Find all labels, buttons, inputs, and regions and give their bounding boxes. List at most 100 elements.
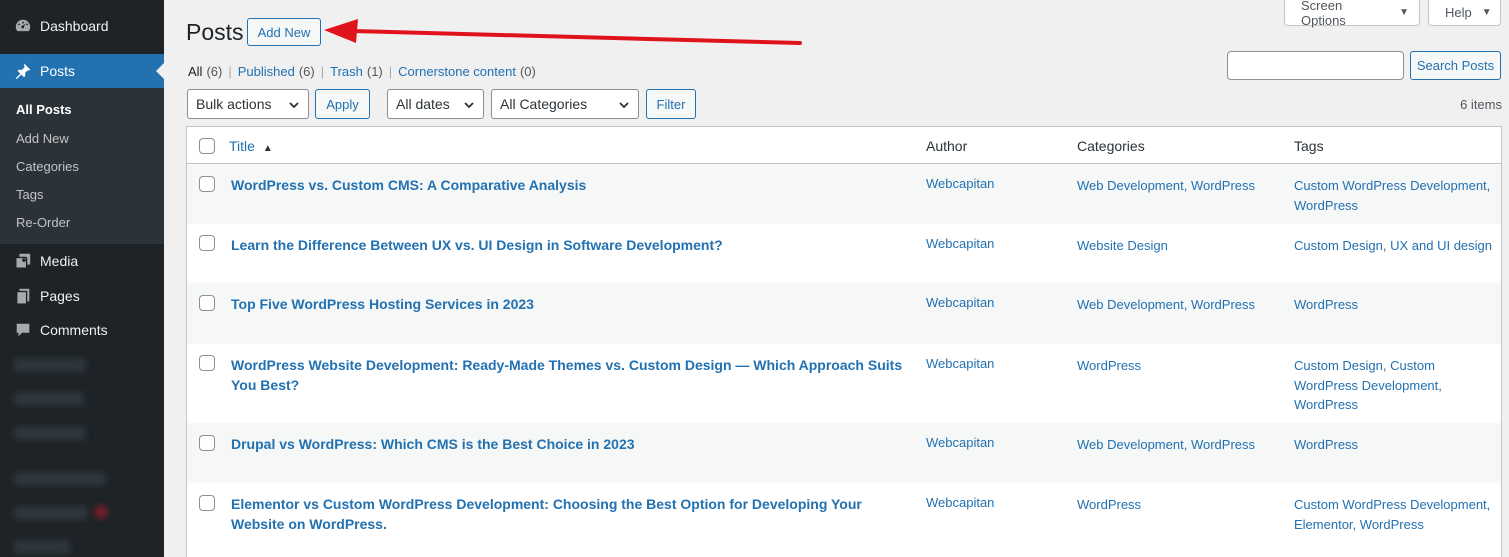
tag-link[interactable]: WordPress [1294,198,1358,213]
pin-icon [12,61,34,81]
bulk-actions-select[interactable]: Bulk actions [187,89,309,119]
category-link[interactable]: WordPress [1191,178,1255,193]
current-menu-arrow [156,63,164,79]
post-title-link[interactable]: WordPress Website Development: Ready-Mad… [231,355,911,395]
tag-link[interactable]: Custom WordPress Development [1294,497,1487,512]
post-title-link[interactable]: WordPress vs. Custom CMS: A Comparative … [231,175,911,195]
tag-link[interactable]: Custom WordPress Development [1294,178,1487,193]
view-all[interactable]: All [188,64,202,79]
post-author-link[interactable]: Webcapitan [926,495,994,510]
category-link[interactable]: Web Development [1077,297,1184,312]
chevron-down-icon [619,102,629,109]
category-link[interactable]: Web Development [1077,178,1184,193]
tag-link[interactable]: WordPress [1294,437,1358,452]
submenu-tags[interactable]: Tags [16,187,43,202]
row-checkbox[interactable] [199,295,215,311]
row-checkbox[interactable] [199,176,215,192]
category-link[interactable]: WordPress [1191,297,1255,312]
menu-item-pages[interactable]: Pages [0,279,164,313]
blurred-menu-item [14,392,84,406]
tag-link[interactable]: Custom Design [1294,238,1383,253]
row-checkbox[interactable] [199,355,215,371]
post-tags: Custom WordPress Development, WordPress [1294,178,1491,213]
caret-down-icon: ▼ [1481,7,1492,18]
menu-label-dashboard: Dashboard [40,18,109,34]
tag-link[interactable]: WordPress [1294,297,1358,312]
post-author-link[interactable]: Webcapitan [926,295,994,310]
column-categories-header: Categories [1077,138,1145,154]
apply-button[interactable]: Apply [315,89,370,119]
post-title-link[interactable]: Elementor vs Custom WordPress Developmen… [231,494,911,534]
submenu-categories[interactable]: Categories [16,159,79,174]
date-filter-select[interactable]: All dates [387,89,484,119]
post-title-link[interactable]: Drupal vs WordPress: Which CMS is the Be… [231,434,911,454]
row-checkbox[interactable] [199,495,215,511]
submenu-add-new[interactable]: Add New [16,131,69,146]
column-title-label: Title [229,138,255,154]
post-title-link[interactable]: Learn the Difference Between UX vs. UI D… [231,235,911,255]
category-link[interactable]: Web Development [1077,437,1184,452]
tag-link[interactable]: Elementor [1294,517,1353,532]
post-categories: Web Development, WordPress [1077,178,1256,193]
post-author-link[interactable]: Webcapitan [926,356,994,371]
post-categories: Web Development, WordPress [1077,297,1256,312]
view-cornerstone[interactable]: Cornerstone content [398,64,516,79]
category-link[interactable]: WordPress [1077,497,1141,512]
category-filter-value: All Categories [500,96,588,112]
media-icon [12,251,34,271]
table-row: Drupal vs WordPress: Which CMS is the Be… [187,423,1501,483]
date-filter-value: All dates [396,96,450,112]
category-filter-select[interactable]: All Categories [491,89,639,119]
menu-item-posts[interactable]: Posts [0,54,164,88]
menu-item-dashboard[interactable]: Dashboard [0,9,164,43]
menu-item-media[interactable]: Media [0,244,164,278]
post-author-link[interactable]: Webcapitan [926,435,994,450]
items-count: 6 items [1460,97,1502,112]
post-author-link[interactable]: Webcapitan [926,176,994,191]
post-status-views: All (6) | Published (6) | Trash (1) | Co… [188,64,536,79]
pages-icon [12,286,34,306]
category-link[interactable]: Website Design [1077,238,1168,253]
screen-options-button[interactable]: Screen Options ▼ [1284,0,1420,28]
view-published[interactable]: Published [238,64,295,79]
filter-button[interactable]: Filter [646,89,696,119]
table-row: Elementor vs Custom WordPress Developmen… [187,483,1501,557]
row-checkbox[interactable] [199,235,215,251]
post-author-link[interactable]: Webcapitan [926,236,994,251]
post-categories: WordPress [1077,356,1277,375]
separator: | [388,64,393,79]
chevron-down-icon [289,102,299,109]
help-button[interactable]: Help ▼ [1428,0,1501,26]
table-row: WordPress Website Development: Ready-Mad… [187,344,1501,423]
category-link[interactable]: WordPress [1191,437,1255,452]
select-all-checkbox[interactable] [199,138,215,154]
dashboard-icon [12,16,34,36]
add-new-button[interactable]: Add New [247,18,321,46]
help-label: Help [1445,5,1472,20]
menu-item-comments[interactable]: Comments [0,313,164,347]
post-categories: WordPress [1077,495,1277,514]
view-trash-count: (1) [366,64,383,79]
post-categories: Website Design [1077,236,1277,255]
post-tags: WordPress [1294,435,1499,455]
row-checkbox[interactable] [199,435,215,451]
search-posts-button[interactable]: Search Posts [1410,51,1501,80]
view-trash[interactable]: Trash [330,64,363,79]
tag-link[interactable]: Custom Design [1294,358,1383,373]
admin-sidebar: Dashboard Posts All Posts Add New Catego… [0,0,164,557]
tag-link[interactable]: UX and UI design [1390,238,1492,253]
menu-label-pages: Pages [40,288,80,304]
post-title-link[interactable]: Top Five WordPress Hosting Services in 2… [231,294,911,314]
column-title-header[interactable]: Title ▲ [229,138,273,154]
tag-link[interactable]: WordPress [1360,517,1424,532]
menu-label-posts: Posts [40,63,76,79]
submenu-all-posts[interactable]: All Posts [16,102,72,117]
separator: | [320,64,325,79]
tag-link[interactable]: WordPress [1294,397,1358,412]
column-author-header: Author [926,138,968,154]
annotation-arrow-icon [324,19,802,45]
search-posts-input[interactable] [1227,51,1404,80]
submenu-re-order[interactable]: Re-Order [16,215,70,230]
table-row: WordPress vs. Custom CMS: A Comparative … [187,164,1501,224]
category-link[interactable]: WordPress [1077,358,1141,373]
